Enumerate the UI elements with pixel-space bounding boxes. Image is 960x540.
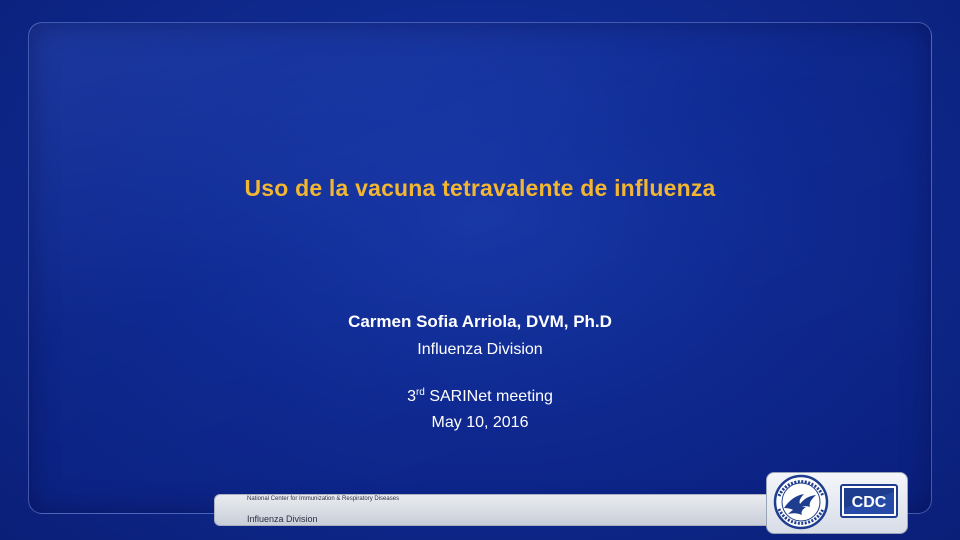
cdc-logo-icon: CDC: [840, 484, 898, 518]
slide: Uso de la vacuna tetravalente de influen…: [0, 0, 960, 540]
meeting-ordinal-suffix: rd: [415, 387, 425, 398]
meeting-date: May 10, 2016: [431, 414, 529, 431]
slide-title: Uso de la vacuna tetravalente de influen…: [244, 175, 716, 201]
footer-division: Influenza Division: [247, 514, 318, 524]
cdc-logo-text: CDC: [852, 494, 887, 511]
hhs-seal-icon: [773, 474, 829, 530]
author-division: Influenza Division: [417, 341, 543, 358]
meeting-number: 3: [407, 388, 416, 405]
meeting-title: SARINet meeting: [424, 388, 553, 405]
author-name: Carmen Sofia Arriola, DVM, Ph.D: [348, 312, 612, 331]
content-panel: [28, 22, 932, 514]
footer-center-name: National Center for Immunization & Respi…: [247, 496, 400, 502]
meeting-name: 3rd SARINet meeting: [0, 387, 960, 406]
